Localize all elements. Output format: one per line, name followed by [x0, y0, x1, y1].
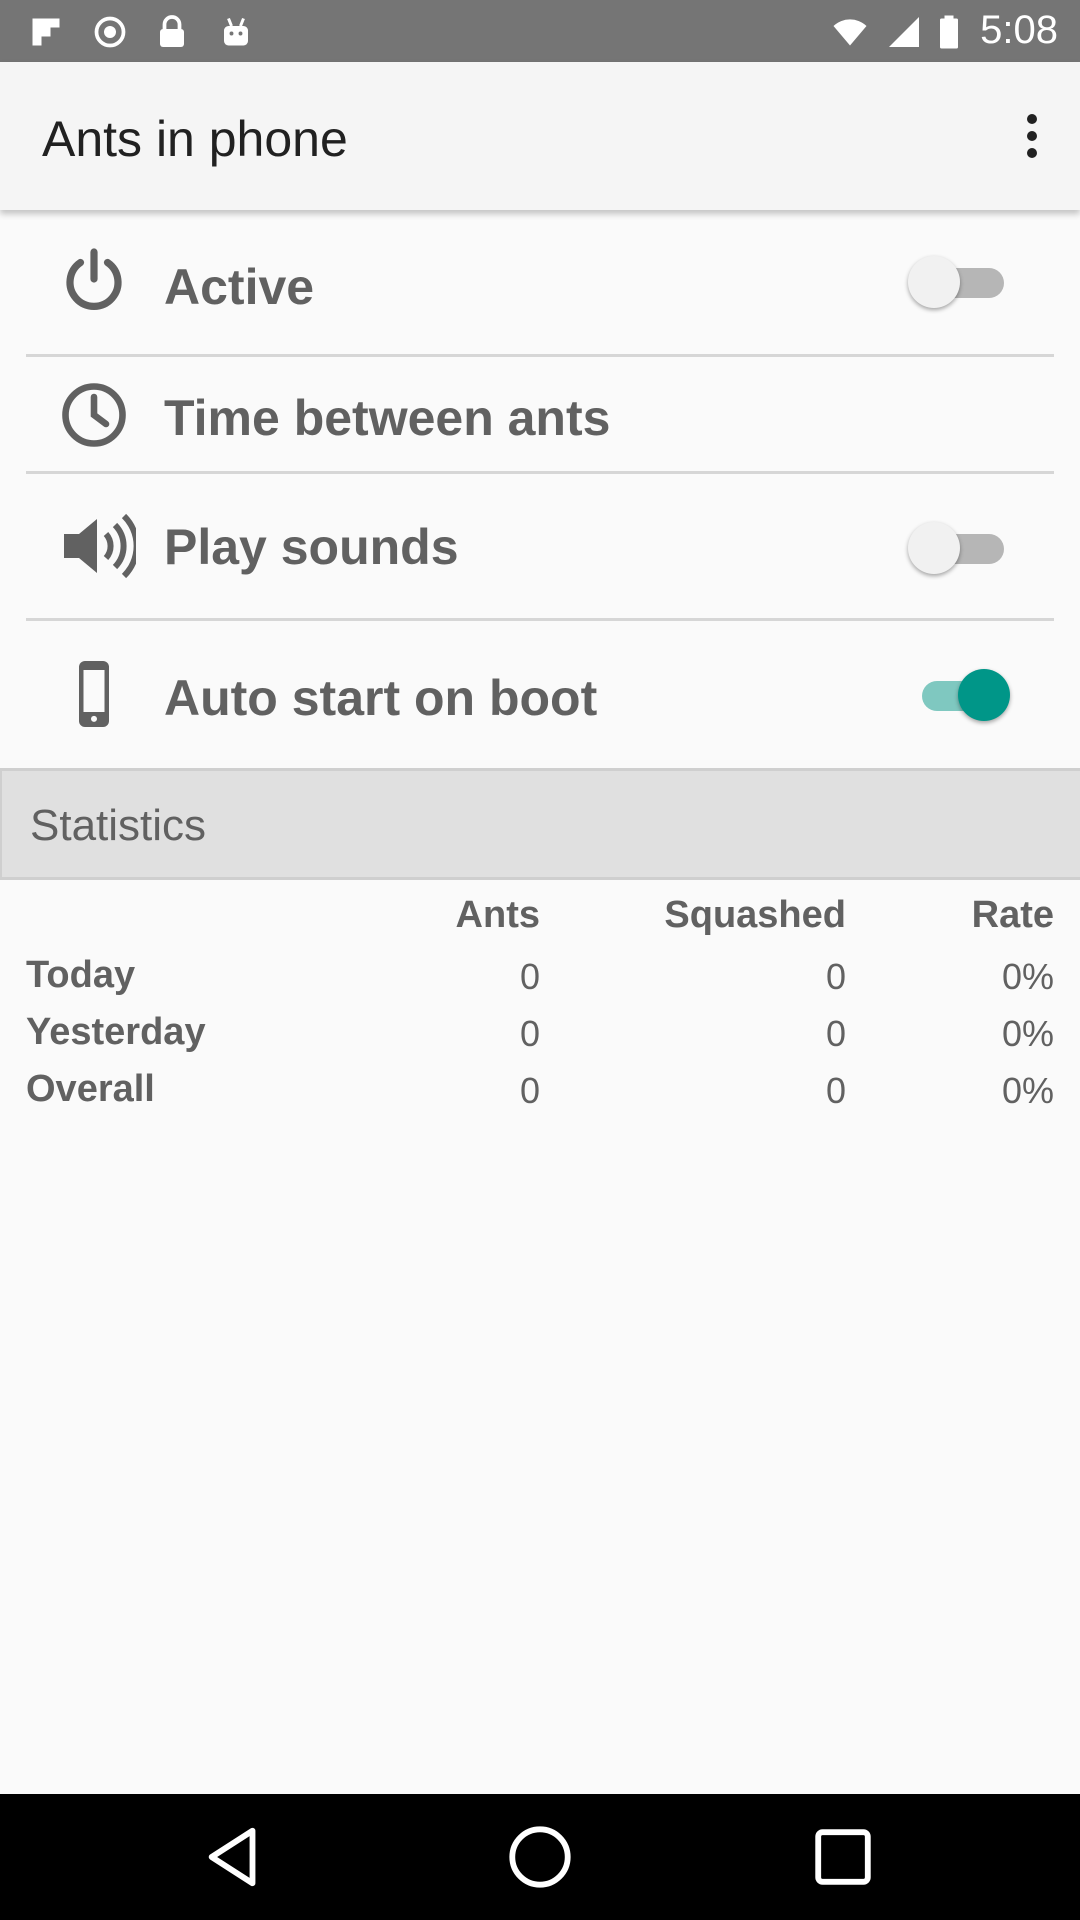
- today-rate: 0%: [1001, 956, 1054, 997]
- yesterday-rate: 0%: [1001, 1013, 1054, 1054]
- navigation-bar: [0, 1794, 1080, 1920]
- volume-icon: [64, 513, 136, 579]
- app-bar: Ants in phone: [0, 62, 1080, 210]
- statistics-title: Statistics: [30, 801, 207, 850]
- wifi-icon: [833, 19, 867, 46]
- row-label-overall: Overall: [26, 1068, 155, 1110]
- setting-label: Play sounds: [164, 519, 459, 575]
- power-icon: [66, 248, 122, 310]
- signal-icon: [889, 17, 919, 47]
- column-header-rate: Rate: [971, 894, 1054, 936]
- status-bar: 5:08: [0, 0, 1080, 62]
- android-icon: [224, 17, 248, 46]
- overall-squashed: 0: [825, 1070, 846, 1111]
- screen: 5:08 Ants in phone Active Time between a…: [0, 0, 1080, 1920]
- battery-icon: [940, 15, 958, 49]
- play-sounds-switch[interactable]: [908, 518, 1012, 578]
- setting-auto-start-row[interactable]: Auto start on boot: [0, 621, 1080, 767]
- lock-icon: [160, 15, 184, 47]
- recents-icon[interactable]: [808, 1822, 878, 1892]
- yesterday-ants: 0: [519, 1013, 540, 1054]
- setting-label: Auto start on boot: [164, 670, 598, 726]
- today-squashed: 0: [825, 956, 846, 997]
- column-header-squashed: Squashed: [664, 894, 846, 936]
- overall-ants: 0: [519, 1070, 540, 1111]
- active-switch[interactable]: [908, 252, 1012, 312]
- setting-play-sounds-row[interactable]: Play sounds: [0, 474, 1080, 618]
- row-label-yesterday: Yesterday: [26, 1011, 206, 1053]
- overall-rate: 0%: [1001, 1070, 1054, 1111]
- page-title: Ants in phone: [42, 111, 348, 167]
- column-header-ants: Ants: [455, 894, 540, 936]
- home-icon[interactable]: [505, 1822, 575, 1892]
- row-label-today: Today: [26, 954, 136, 996]
- statistics-header: Statistics: [0, 768, 1080, 880]
- circle-icon: [94, 16, 126, 48]
- setting-active-row[interactable]: Active: [0, 230, 1080, 354]
- more-vertical-icon[interactable]: [1008, 106, 1056, 166]
- flipboard-icon: [32, 18, 60, 46]
- setting-time-between-ants-row[interactable]: Time between ants: [0, 357, 1080, 473]
- yesterday-squashed: 0: [825, 1013, 846, 1054]
- setting-label: Time between ants: [164, 390, 611, 446]
- auto-start-switch[interactable]: [908, 665, 1012, 725]
- today-ants: 0: [519, 956, 540, 997]
- setting-label: Active: [164, 259, 315, 315]
- phone-icon: [79, 661, 109, 727]
- clock-icon: [62, 383, 126, 447]
- back-icon[interactable]: [200, 1822, 270, 1892]
- clock-time: 5:08: [980, 8, 1058, 52]
